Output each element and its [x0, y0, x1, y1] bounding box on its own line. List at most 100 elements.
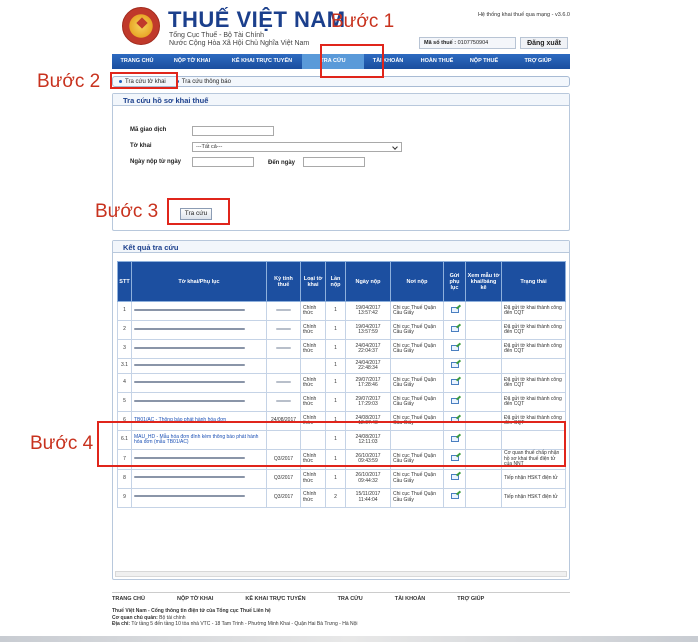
cell-submit-date: 15/11/2017 11:44:04: [345, 487, 391, 508]
edit-appendix-icon[interactable]: [450, 306, 459, 313]
cell-declaration[interactable]: [131, 339, 267, 359]
cell-view-form: [465, 392, 502, 412]
cell-place: Chi cục Thuế Quận Cầu Giấy: [390, 487, 444, 508]
edit-appendix-icon[interactable]: [450, 397, 459, 404]
redacted-text: [134, 363, 245, 366]
cell-stt: 9: [117, 487, 132, 508]
cell-send-appendix: [443, 339, 466, 359]
cell-type: Chính thức: [300, 373, 326, 393]
cell-status: Tiếp nhận HSKT điện tử: [501, 487, 566, 508]
subtab-lookup-notice[interactable]: Tra cứu thông báo: [175, 79, 231, 85]
cell-stt: 8: [117, 468, 132, 489]
edit-appendix-icon[interactable]: [450, 344, 459, 351]
nav-item-pay-tax[interactable]: NỘP THUẾ: [462, 54, 506, 69]
cell-send-appendix: [443, 320, 466, 340]
tax-emblem-logo: [122, 7, 160, 45]
step1-highlight: [320, 44, 384, 78]
footer-portal-text: Thuế Việt Nam - Cổng thông tin điện tử c…: [112, 608, 271, 614]
cell-declaration[interactable]: [131, 301, 267, 321]
cell-stt: 4: [117, 373, 132, 393]
nav-item-submit-declaration[interactable]: NỘP TỜ KHAI: [162, 54, 222, 69]
cell-tax-period: [266, 301, 301, 321]
cell-submit-date: 29/07/2017 17:29:03: [345, 392, 391, 412]
footer-info: Thuế Việt Nam - Cổng thông tin điện tử c…: [112, 608, 570, 628]
table-row: 3 Chính thức 1 24/04/2017 22:04:37 Chi cục T…: [117, 339, 566, 359]
cell-place: Chi cục Thuế Quận Cầu Giấy: [390, 392, 444, 412]
table-row: 9 Q3/2017 Chính thức 2 15/11/2017 11:44:04 Ch…: [117, 487, 566, 508]
date-to-input[interactable]: [303, 157, 365, 167]
declaration-type-select[interactable]: ---Tất cả---: [192, 142, 402, 152]
cell-send-appendix: [443, 487, 466, 508]
cell-send-appendix: [443, 301, 466, 321]
cell-place: [390, 358, 444, 374]
cell-view-form: [465, 339, 502, 359]
redacted-text: [275, 327, 292, 330]
edit-appendix-icon[interactable]: [450, 378, 459, 385]
step2-highlight: [110, 72, 178, 89]
tax-id-box: Mã số thuế : 0107750904: [419, 37, 516, 49]
cell-status: Đã gửi tờ khai thành công đến CQT: [501, 373, 566, 393]
taskbar-strip: [0, 636, 698, 642]
footer-link-submit[interactable]: NỘP TỜ KHAI: [177, 596, 213, 602]
footer-link-lookup[interactable]: TRA CỨU: [338, 596, 363, 602]
logout-button[interactable]: Đăng xuất: [520, 37, 568, 49]
col-header-send-appendix: Gửi phụ lục: [443, 261, 466, 302]
table-row: 2 Chính thức 1 19/04/2017 13:57:59 Chi cục T…: [117, 320, 566, 340]
col-header-place: Nơi nộp: [390, 261, 444, 302]
cell-view-form: [465, 373, 502, 393]
step4-label: Bước 4: [30, 433, 94, 454]
step4-highlight: [97, 421, 566, 467]
cell-submit-date: 19/04/2017 13:57:59: [345, 320, 391, 340]
cell-status: [501, 358, 566, 374]
results-panel-title: Kết quả tra cứu: [113, 241, 569, 253]
footer-link-account[interactable]: TÀI KHOẢN: [395, 596, 426, 602]
edit-appendix-icon[interactable]: [450, 325, 459, 332]
edit-appendix-icon[interactable]: [450, 361, 459, 368]
page: THUẾ VIỆT NAM Tổng Cục Thuế - Bộ Tài Chí…: [0, 0, 698, 642]
cell-status: Đã gửi tờ khai thành công đến CQT: [501, 320, 566, 340]
cell-declaration[interactable]: [131, 487, 267, 508]
cell-submission-count: 1: [325, 358, 346, 374]
transaction-code-input[interactable]: [192, 126, 274, 136]
cell-declaration[interactable]: [131, 468, 267, 489]
cell-place: Chi cục Thuế Quận Cầu Giấy: [390, 301, 444, 321]
cell-type: Chính thức: [300, 468, 326, 489]
edit-appendix-icon[interactable]: [450, 474, 459, 481]
date-from-input[interactable]: [192, 157, 254, 167]
footer-nav: TRANG CHỦ NỘP TỜ KHAI KÊ KHAI TRỰC TUYẾN…: [112, 592, 570, 602]
col-header-status: Trạng thái: [501, 261, 566, 302]
nav-item-help[interactable]: TRỢ GIÚP: [506, 54, 570, 69]
edit-appendix-icon[interactable]: [450, 493, 459, 500]
nav-item-online-declaration[interactable]: KÊ KHAI TRỰC TUYẾN: [222, 54, 302, 69]
step1-label: Bước 1: [331, 11, 395, 32]
step3-highlight: [167, 198, 230, 225]
horizontal-scrollbar[interactable]: [115, 571, 567, 577]
cell-status: Đã gửi tờ khai thành công đến CQT: [501, 339, 566, 359]
brand-subtitle-country: Nước Cộng Hòa Xã Hội Chủ Nghĩa Việt Nam: [169, 40, 310, 47]
footer-agency-label: Cơ quan chủ quản:: [112, 614, 158, 621]
cell-declaration[interactable]: [131, 392, 267, 412]
cell-type: Chính thức: [300, 339, 326, 359]
results-table-wrap: STT Tờ khai/Phụ lục Kỳ tính thuế Loại tờ…: [113, 253, 569, 508]
col-header-tax-period: Kỳ tính thuế: [266, 261, 301, 302]
cell-tax-period: [266, 358, 301, 374]
table-row: 8 Q3/2017 Chính thức 1 26/10/2017 09:44:32 Ch…: [117, 468, 566, 489]
cell-declaration[interactable]: [131, 320, 267, 340]
step2-label: Bước 2: [37, 71, 101, 92]
footer-agency-value: Bộ tài chính: [159, 614, 186, 621]
col-header-submission-count: Lần nộp: [325, 261, 346, 302]
cell-declaration[interactable]: [131, 358, 267, 374]
date-from-label: Ngày nộp từ ngày: [130, 159, 182, 165]
table-row: 1 Chính thức 1 19/04/2017 13:57:42 Chi cục T…: [117, 301, 566, 321]
col-header-stt: STT: [117, 261, 132, 302]
cell-submit-date: 29/07/2017 17:28:46: [345, 373, 391, 393]
table-row: 4 Chính thức 1 29/07/2017 17:28:46 Chi cục T…: [117, 373, 566, 393]
footer-link-home[interactable]: TRANG CHỦ: [112, 596, 145, 602]
cell-tax-period: [266, 373, 301, 393]
nav-item-tax-refund[interactable]: HOÀN THUẾ: [412, 54, 462, 69]
cell-declaration[interactable]: [131, 373, 267, 393]
footer-link-help[interactable]: TRỢ GIÚP: [457, 596, 484, 602]
footer-link-online[interactable]: KÊ KHAI TRỰC TUYẾN: [245, 596, 305, 602]
nav-item-home[interactable]: TRANG CHỦ: [112, 54, 162, 69]
cell-tax-period: Q3/2017: [266, 487, 301, 508]
